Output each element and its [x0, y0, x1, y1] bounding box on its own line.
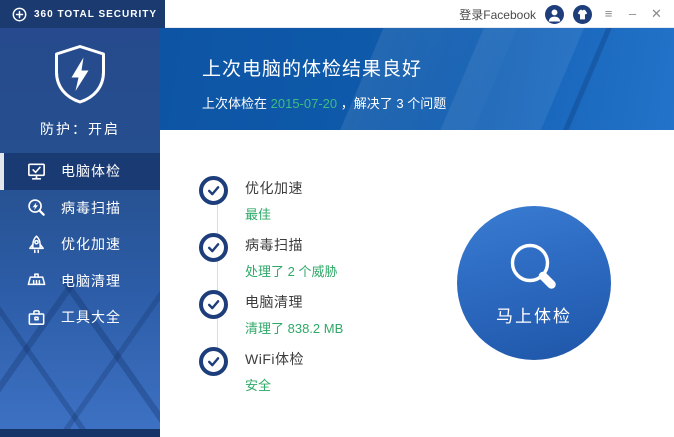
shield-lightning-icon: [53, 44, 107, 104]
sidebar-item-label: 病毒扫描: [61, 198, 121, 218]
sidebar-item-checkup[interactable]: 电脑体检: [0, 153, 160, 190]
rocket-icon: [26, 234, 47, 255]
minimize-button[interactable]: –: [625, 0, 640, 28]
main-content: 优化加速 最佳 病毒扫描 处理了 2 个威胁 电脑清理: [160, 130, 674, 437]
check-item-status: 处理了 2 个威胁: [245, 261, 337, 280]
sidebar-item-virus-scan[interactable]: 病毒扫描: [0, 190, 160, 227]
last-checkup-date: 2015-07-20: [271, 96, 338, 111]
check-item-status: 安全: [245, 375, 304, 394]
magnifier-icon: [506, 239, 562, 295]
sidebar-item-label: 电脑清理: [61, 271, 121, 291]
sidebar-bottom-strip: [0, 429, 160, 437]
logo-360-icon: [12, 7, 27, 22]
list-item: 电脑清理 清理了 838.2 MB: [199, 290, 343, 347]
list-item: 优化加速 最佳: [199, 176, 343, 233]
check-item-label: 电脑清理: [245, 292, 343, 312]
theme-wardrobe-icon[interactable]: [573, 5, 592, 24]
titlebar-controls: 登录Facebook ≡ – ✕: [459, 0, 664, 28]
list-item: WiFi体检 安全: [199, 347, 343, 404]
banner-subtitle-prefix: 上次体检在: [202, 96, 271, 111]
check-circle-icon: [199, 176, 228, 205]
list-item: 病毒扫描 处理了 2 个威胁: [199, 233, 343, 290]
sidebar-item-speedup[interactable]: 优化加速: [0, 226, 160, 263]
sidebar-item-toolbox[interactable]: 工具大全: [0, 299, 160, 336]
computer-check-icon: [26, 161, 47, 182]
logo-text: 360 TOTAL SECURITY: [34, 9, 157, 20]
titlebar: 360 TOTAL SECURITY 登录Facebook: [0, 0, 674, 28]
facebook-login-link[interactable]: 登录Facebook: [459, 6, 536, 23]
sidebar-menu: 电脑体检 病毒扫描 优化加速: [0, 153, 160, 336]
result-banner: 上次电脑的体检结果良好 上次体检在 2015-07-20 ，解决了 3 个问题: [160, 28, 674, 130]
start-checkup-button[interactable]: 马上体检: [457, 206, 611, 360]
protection-status-panel[interactable]: 防护：开启: [0, 28, 160, 139]
sidebar-item-label: 优化加速: [61, 234, 121, 254]
banner-title: 上次电脑的体检结果良好: [202, 54, 674, 81]
scan-magnifier-icon: [26, 197, 47, 218]
check-circle-icon: [199, 233, 228, 262]
checkup-result-list: 优化加速 最佳 病毒扫描 处理了 2 个威胁 电脑清理: [199, 176, 343, 404]
check-circle-icon: [199, 347, 228, 376]
main-menu-button[interactable]: ≡: [601, 0, 616, 28]
sidebar-item-cleanup[interactable]: 电脑清理: [0, 263, 160, 300]
check-item-label: WiFi体检: [245, 349, 304, 369]
check-item-status: 清理了 838.2 MB: [245, 318, 343, 337]
app-window: 360 TOTAL SECURITY 登录Facebook: [0, 0, 674, 437]
check-item-label: 优化加速: [245, 178, 303, 198]
protection-status-label: 防护：开启: [0, 119, 160, 139]
sidebar: 防护：开启 电脑体检 病毒扫描: [0, 28, 160, 437]
banner-subtitle-suffix: ，解决了 3 个问题: [337, 96, 446, 111]
check-item-status: 最佳: [245, 204, 303, 223]
banner-subtitle: 上次体检在 2015-07-20 ，解决了 3 个问题: [202, 93, 674, 112]
app-logo: 360 TOTAL SECURITY: [0, 0, 165, 28]
dustpan-icon: [26, 270, 47, 291]
sidebar-item-label: 电脑体检: [61, 161, 121, 181]
start-checkup-label: 马上体检: [496, 302, 572, 327]
close-button[interactable]: ✕: [649, 0, 664, 28]
toolbox-icon: [26, 307, 47, 328]
check-item-label: 病毒扫描: [245, 235, 337, 255]
check-circle-icon: [199, 290, 228, 319]
sidebar-item-label: 工具大全: [61, 307, 121, 327]
user-account-icon[interactable]: [545, 5, 564, 24]
